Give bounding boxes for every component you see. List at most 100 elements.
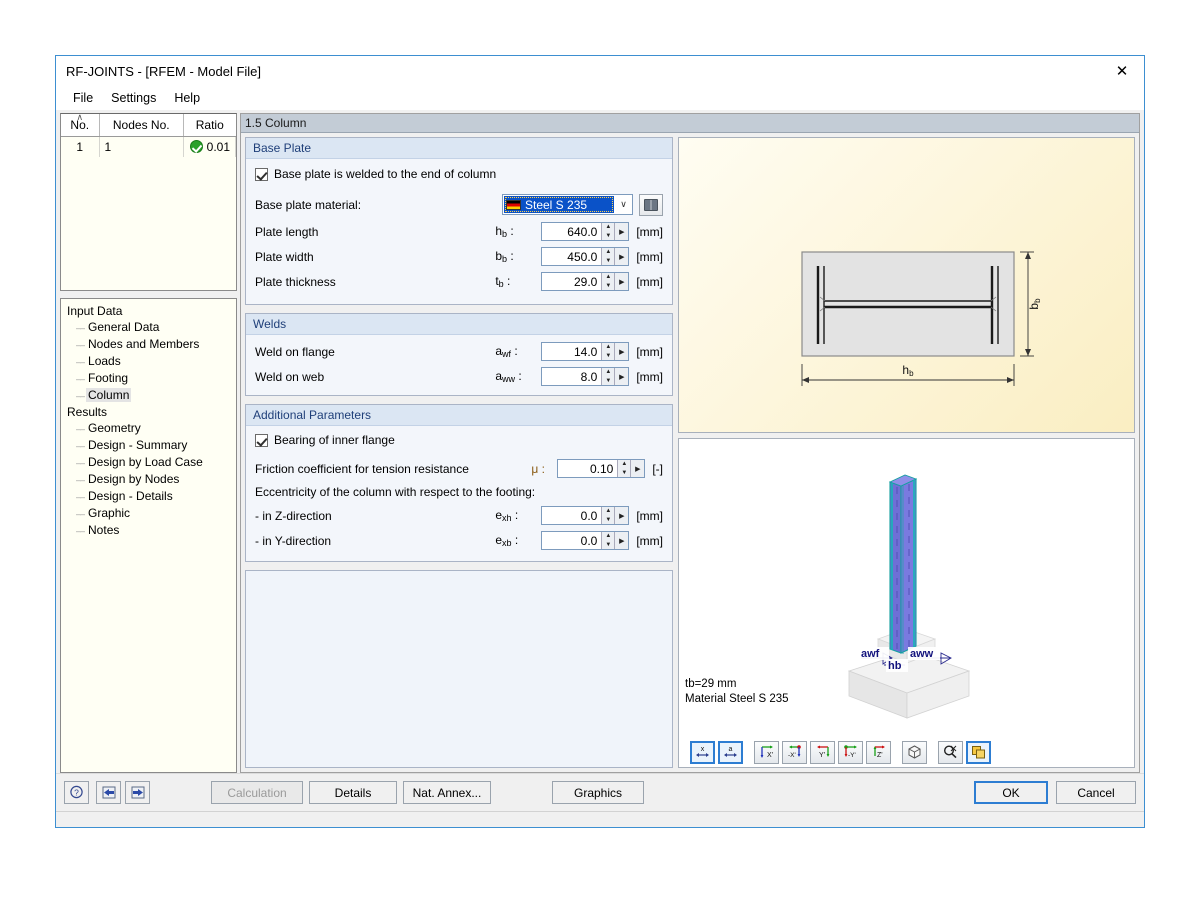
more-options-icon[interactable]: ▶ — [630, 460, 645, 477]
eccentricity-y-input[interactable] — [542, 532, 602, 549]
spinner-up-icon: ▲ — [605, 369, 612, 376]
plate-thickness-stepper[interactable]: ▲▼ ▶ — [541, 272, 630, 291]
spinner-arrows[interactable]: ▲ ▼ — [601, 368, 615, 385]
cancel-button[interactable]: Cancel — [1056, 781, 1136, 804]
spinner-arrows[interactable]: ▲ ▼ — [601, 248, 615, 265]
more-options-icon[interactable]: ▶ — [614, 273, 629, 290]
eccentricity-y-stepper[interactable]: ▲▼ ▶ — [541, 531, 630, 550]
model-info-material: Material Steel S 235 — [685, 693, 789, 705]
close-icon[interactable]: ✕ — [1100, 56, 1144, 86]
menu-item-settings[interactable]: Settings — [102, 89, 165, 107]
column-header-nodes-no[interactable]: Nodes No. — [99, 114, 184, 137]
spinner-down-icon: ▼ — [605, 352, 612, 359]
plate-length-input[interactable] — [542, 223, 602, 240]
friction-stepper[interactable]: ▲▼ ▶ — [557, 459, 646, 478]
dimension-x-button[interactable]: x — [690, 740, 715, 764]
spinner-arrows[interactable]: ▲ ▼ — [601, 507, 615, 524]
material-value: Steel S 235 — [525, 197, 588, 212]
plate-length-unit: [mm] — [636, 224, 663, 239]
spinner-down-icon: ▼ — [621, 469, 628, 476]
tree-group-input-data[interactable]: Input Data — [65, 303, 234, 319]
menu-item-help[interactable]: Help — [165, 89, 209, 107]
view-z-button[interactable]: Z' — [866, 740, 891, 764]
table-row[interactable]: 1 1 0.01 — [61, 136, 236, 157]
weld-flange-input[interactable] — [542, 343, 602, 360]
additional-parameters-group: Additional Parameters Bearing of inner f… — [245, 404, 673, 562]
column-header-ratio[interactable]: Ratio — [183, 114, 236, 137]
weld-flange-stepper[interactable]: ▲▼ ▶ — [541, 342, 630, 361]
sidebar-item-general-data[interactable]: General Data — [65, 319, 234, 336]
plate-length-stepper[interactable]: ▲▼ ▶ — [541, 222, 630, 241]
bearing-checkbox[interactable] — [255, 433, 268, 447]
weld-web-row: Weld on web aww : ▲▼ ▶ [mm] — [255, 364, 663, 389]
spinner-up-icon: ▲ — [605, 224, 612, 231]
spinner-arrows[interactable]: ▲ ▼ — [601, 273, 615, 290]
previous-button[interactable] — [96, 781, 121, 804]
weld-web-input[interactable] — [542, 368, 602, 385]
sidebar-item-notes[interactable]: Notes — [65, 522, 234, 539]
welded-checkbox[interactable] — [255, 167, 268, 181]
sidebar-item-design-summary[interactable]: Design - Summary — [65, 437, 234, 454]
view-y-button[interactable]: Y' — [810, 740, 835, 764]
node-table: ∧ No. Nodes No. Ratio 1 1 0.01 — [60, 113, 237, 291]
plan-view-graphic[interactable]: bb hb — [678, 137, 1135, 433]
spinner-arrows[interactable]: ▲ ▼ — [617, 460, 631, 477]
sidebar-item-design-by-nodes[interactable]: Design by Nodes — [65, 471, 234, 488]
ok-button[interactable]: OK — [974, 781, 1048, 804]
sidebar-item-loads[interactable]: Loads — [65, 353, 234, 370]
view-x-button[interactable]: X' — [754, 740, 779, 764]
view-negative-x-button[interactable]: -X' — [782, 740, 807, 764]
tree-group-results[interactable]: Results — [65, 404, 234, 420]
spinner-down-icon: ▼ — [605, 257, 612, 264]
menu-item-file[interactable]: File — [64, 89, 102, 107]
render-mode-button[interactable] — [966, 740, 991, 764]
sidebar-item-column[interactable]: Column — [65, 387, 234, 404]
more-options-icon[interactable]: ▶ — [614, 343, 629, 360]
plate-width-stepper[interactable]: ▲▼ ▶ — [541, 247, 630, 266]
sidebar-item-footing[interactable]: Footing — [65, 370, 234, 387]
sidebar-item-geometry[interactable]: Geometry — [65, 420, 234, 437]
isometric-view-button[interactable] — [902, 740, 927, 764]
more-options-icon[interactable]: ▶ — [614, 368, 629, 385]
graphics-button[interactable]: Graphics — [552, 781, 644, 804]
welded-checkbox-row[interactable]: Base plate is welded to the end of colum… — [255, 167, 663, 181]
sidebar-item-graphic[interactable]: Graphic — [65, 505, 234, 522]
column-header-no[interactable]: ∧ No. — [61, 114, 100, 137]
weld-web-stepper[interactable]: ▲▼ ▶ — [541, 367, 630, 386]
welded-checkbox-label: Base plate is welded to the end of colum… — [274, 167, 497, 181]
details-button[interactable]: Details — [309, 781, 397, 804]
friction-input[interactable] — [558, 460, 618, 477]
chevron-down-icon[interactable]: ∨ — [615, 199, 632, 210]
material-label: Base plate material: — [255, 197, 362, 212]
spinner-up-icon: ▲ — [605, 344, 612, 351]
sidebar-item-design-details[interactable]: Design - Details — [65, 488, 234, 505]
spinner-down-icon: ▼ — [605, 232, 612, 239]
dimension-a-button[interactable]: a — [718, 740, 743, 764]
model-3d-view[interactable]: awf aww hb tb=29 mm Material Steel S 235 — [679, 439, 1134, 737]
more-options-icon[interactable]: ▶ — [614, 532, 629, 549]
sidebar-item-nodes-and-members[interactable]: Nodes and Members — [65, 336, 234, 353]
help-button[interactable]: ? — [64, 781, 89, 804]
plate-width-input[interactable] — [542, 248, 602, 265]
view-negative-y-button[interactable]: -Y' — [838, 740, 863, 764]
calculation-button[interactable]: Calculation — [211, 781, 303, 804]
next-button[interactable] — [125, 781, 150, 804]
spinner-arrows[interactable]: ▲ ▼ — [601, 223, 615, 240]
material-library-button[interactable] — [639, 193, 663, 216]
more-options-icon[interactable]: ▶ — [614, 248, 629, 265]
eccentricity-z-stepper[interactable]: ▲▼ ▶ — [541, 506, 630, 525]
zoom-button[interactable] — [938, 740, 963, 764]
plate-thickness-input[interactable] — [542, 273, 602, 290]
svg-text:?: ? — [74, 787, 79, 797]
bearing-checkbox-row[interactable]: Bearing of inner flange — [255, 433, 663, 447]
nat-annex-button[interactable]: Nat. Annex... — [403, 781, 491, 804]
more-options-icon[interactable]: ▶ — [614, 507, 629, 524]
more-options-icon[interactable]: ▶ — [614, 223, 629, 240]
friction-symbol: μ : — [531, 461, 545, 476]
eccentricity-z-input[interactable] — [542, 507, 602, 524]
spinner-arrows[interactable]: ▲ ▼ — [601, 532, 615, 549]
sidebar-item-design-by-load-case[interactable]: Design by Load Case — [65, 454, 234, 471]
empty-panel — [245, 570, 673, 768]
spinner-arrows[interactable]: ▲ ▼ — [601, 343, 615, 360]
material-select[interactable]: Steel S 235 ∨ — [502, 194, 633, 215]
